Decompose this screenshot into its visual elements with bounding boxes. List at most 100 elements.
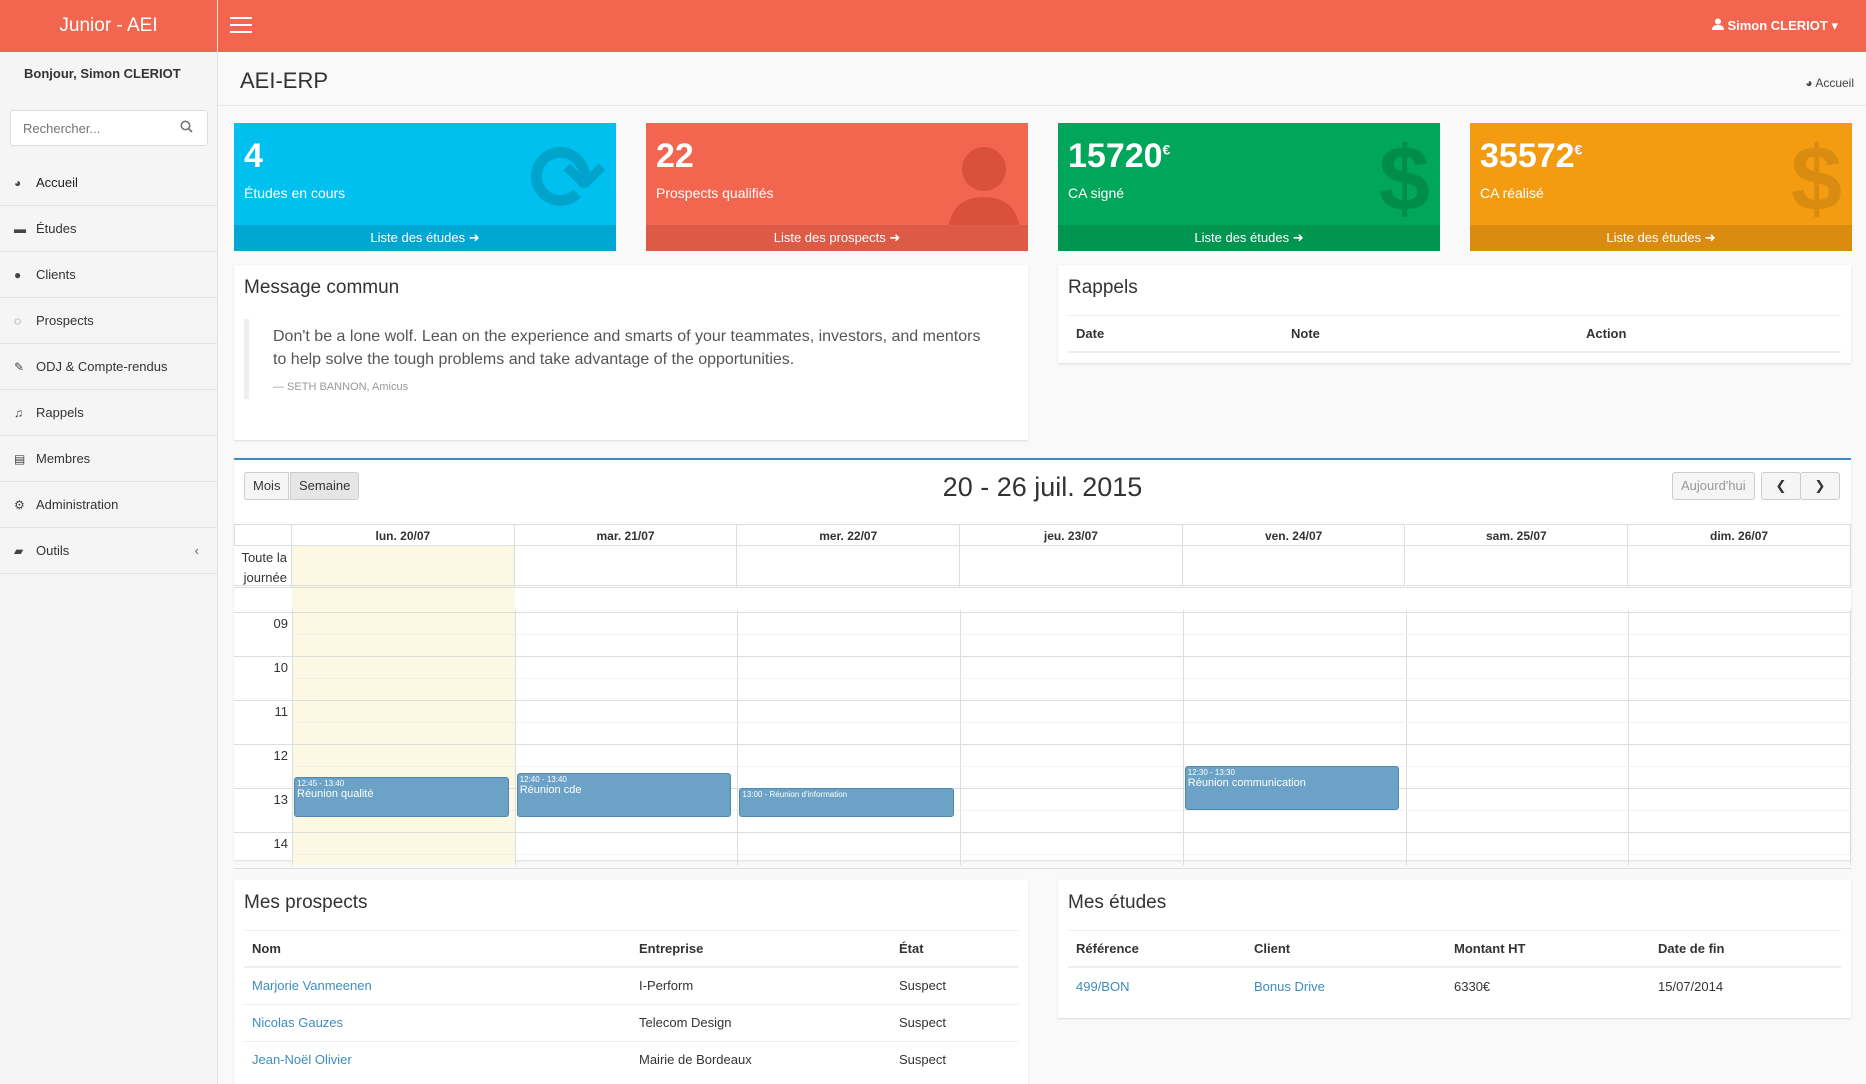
today-highlight bbox=[292, 546, 515, 865]
allday-cell[interactable] bbox=[1182, 546, 1406, 588]
hour-line bbox=[234, 700, 1851, 701]
chevron-right-icon: ❯ bbox=[1814, 478, 1826, 493]
sidebar-item-prospects[interactable]: ◌ Prospects bbox=[0, 298, 217, 344]
stat-link[interactable]: Liste des études ➜ bbox=[1058, 225, 1440, 251]
etude-reference-link[interactable]: 499/BON bbox=[1068, 966, 1246, 1004]
comments-icon: ◌ bbox=[14, 314, 22, 328]
stat-link[interactable]: Liste des études ➜ bbox=[234, 225, 616, 251]
stat-box-ca-realise: $ 35572€ CA réalisé Liste des études ➜ bbox=[1470, 123, 1852, 251]
user-menu[interactable]: Simon CLERIOT ▾ bbox=[1711, 0, 1838, 52]
prospect-name-link[interactable]: Marjorie Vanmeenen bbox=[244, 966, 631, 1004]
table-row: 499/BON Bonus Drive 6330€ 15/07/2014 bbox=[1068, 966, 1841, 1004]
table-row: Nicolas Gauzes Telecom Design Suspect bbox=[244, 1003, 1018, 1041]
dashboard-icon: ◕ bbox=[1805, 76, 1813, 90]
stat-box-etudes: ⟳ 4 Études en cours Liste des études ➜ bbox=[234, 123, 616, 251]
stat-value: 35572€ bbox=[1480, 137, 1583, 175]
column-header: Note bbox=[1283, 315, 1578, 353]
table-cell: Suspect bbox=[891, 1040, 1018, 1078]
sidebar-item-administration[interactable]: ⚙ Administration bbox=[0, 482, 217, 528]
stat-label: CA signé bbox=[1068, 185, 1125, 201]
table-cell: Suspect bbox=[891, 966, 1018, 1004]
calendar-event[interactable]: 12:30 - 13:30 Réunion communication bbox=[1184, 766, 1400, 810]
stat-value: 4 bbox=[244, 137, 263, 175]
day-column-divider bbox=[514, 610, 516, 865]
stat-label: Prospects qualifiés bbox=[656, 185, 774, 201]
hour-label: 10 bbox=[273, 660, 288, 675]
quote: Don't be a lone wolf. Lean on the experi… bbox=[244, 319, 1018, 399]
next-button[interactable]: ❯ bbox=[1800, 472, 1840, 500]
day-header: lun. 20/07 bbox=[292, 524, 515, 546]
allday-cell[interactable] bbox=[960, 546, 1183, 588]
prospect-name-link[interactable]: Nicolas Gauzes bbox=[244, 1003, 631, 1041]
user-icon bbox=[1711, 18, 1728, 33]
menu-toggle-icon[interactable] bbox=[230, 17, 252, 35]
sidebar-item-rappels[interactable]: ♫ Rappels bbox=[0, 390, 217, 436]
breadcrumb-item: Accueil bbox=[1815, 76, 1854, 90]
gutter-header bbox=[234, 524, 292, 546]
box-title: Mes études bbox=[1068, 892, 1167, 913]
search-icon[interactable] bbox=[180, 120, 193, 136]
arrow-circle-right-icon: ➜ bbox=[1704, 230, 1716, 245]
search-box bbox=[10, 110, 208, 146]
sidebar-item-etudes[interactable]: ▬ Études bbox=[0, 206, 217, 252]
dollar-icon: $ bbox=[1378, 128, 1430, 230]
column-header: Entreprise bbox=[631, 930, 891, 968]
sidebar-item-membres[interactable]: ▤ Membres bbox=[0, 436, 217, 482]
column-header: Référence bbox=[1068, 930, 1246, 968]
table-row: Marjorie Vanmeenen I-Perform Suspect bbox=[244, 966, 1018, 1004]
half-hour-line bbox=[292, 678, 1851, 679]
sidebar-item-accueil[interactable]: ◕ Accueil bbox=[0, 160, 217, 206]
sidebar-item-clients[interactable]: ● Clients bbox=[0, 252, 217, 298]
column-header: État bbox=[891, 930, 1018, 968]
etude-client-link[interactable]: Bonus Drive bbox=[1246, 966, 1446, 1004]
content-header: AEI-ERP ◕ Accueil bbox=[218, 52, 1866, 106]
book-icon: ▤ bbox=[14, 452, 26, 466]
page-title: AEI-ERP bbox=[240, 68, 329, 93]
day-header: mer. 22/07 bbox=[737, 524, 961, 546]
today-button[interactable]: Aujourd'hui bbox=[1672, 472, 1755, 500]
quote-author: — SETH BANNON, Amicus bbox=[273, 381, 409, 393]
search-input[interactable] bbox=[10, 110, 208, 146]
box-title: Mes prospects bbox=[244, 892, 368, 913]
stat-link[interactable]: Liste des études ➜ bbox=[1470, 225, 1852, 251]
table-cell: I-Perform bbox=[631, 966, 891, 1004]
hour-label: 13 bbox=[273, 792, 288, 807]
event-time: 13:00 - Réunion d'information bbox=[742, 790, 848, 799]
allday-cell[interactable] bbox=[292, 546, 515, 588]
allday-cell[interactable] bbox=[737, 546, 961, 588]
half-hour-line bbox=[292, 854, 1851, 855]
stat-link[interactable]: Liste des prospects ➜ bbox=[646, 225, 1028, 251]
calendar-event[interactable]: 12:40 - 13:40 Réunion cde bbox=[516, 773, 732, 818]
breadcrumb[interactable]: ◕ Accueil bbox=[1805, 76, 1854, 90]
stat-label: Études en cours bbox=[244, 185, 346, 201]
table-cell: 6330€ bbox=[1446, 966, 1650, 1004]
day-column-divider bbox=[292, 610, 293, 865]
prospect-name-link[interactable]: Jean-Noël Olivier bbox=[244, 1040, 631, 1078]
brand-logo[interactable]: Junior - AEI bbox=[0, 0, 217, 52]
sidebar-item-label: Outils bbox=[36, 543, 70, 558]
half-hour-line bbox=[292, 766, 1851, 767]
column-header: Nom bbox=[244, 930, 631, 968]
event-time: 12:30 - 13:30 bbox=[1187, 768, 1235, 777]
hour-line bbox=[234, 832, 1851, 833]
user-name: Simon CLERIOT bbox=[1727, 18, 1828, 33]
message-box: Message commun Don't be a lone wolf. Lea… bbox=[234, 265, 1028, 440]
sidebar-item-odj[interactable]: ✎ ODJ & Compte-rendus bbox=[0, 344, 217, 390]
caret-down-icon: ▾ bbox=[1831, 18, 1838, 33]
calendar-event[interactable]: 12:45 - 13:40 Réunion qualité bbox=[294, 777, 509, 818]
calendar-title: 20 - 26 juil. 2015 bbox=[942, 472, 1143, 502]
prev-button[interactable]: ❮ bbox=[1761, 472, 1801, 500]
refresh-icon: ⟳ bbox=[528, 128, 606, 230]
allday-cell[interactable] bbox=[1628, 546, 1851, 588]
box-title: Message commun bbox=[244, 277, 400, 298]
etudes-box: Mes études Référence Client Montant HT D… bbox=[1058, 880, 1851, 1018]
allday-cell[interactable] bbox=[1405, 546, 1629, 588]
day-column-divider bbox=[1405, 610, 1407, 865]
arrow-circle-right-icon: ➜ bbox=[889, 230, 901, 245]
table-cell: Mairie de Bordeaux bbox=[631, 1040, 891, 1078]
sidebar-item-label: Accueil bbox=[36, 175, 78, 190]
calendar-event[interactable]: 13:00 - Réunion d'information bbox=[739, 788, 955, 818]
calendar: Mois Semaine 20 - 26 juil. 2015 Aujourd'… bbox=[234, 458, 1851, 869]
allday-cell[interactable] bbox=[514, 546, 738, 588]
sidebar-item-outils[interactable]: ▰ Outils ‹ bbox=[0, 528, 217, 574]
